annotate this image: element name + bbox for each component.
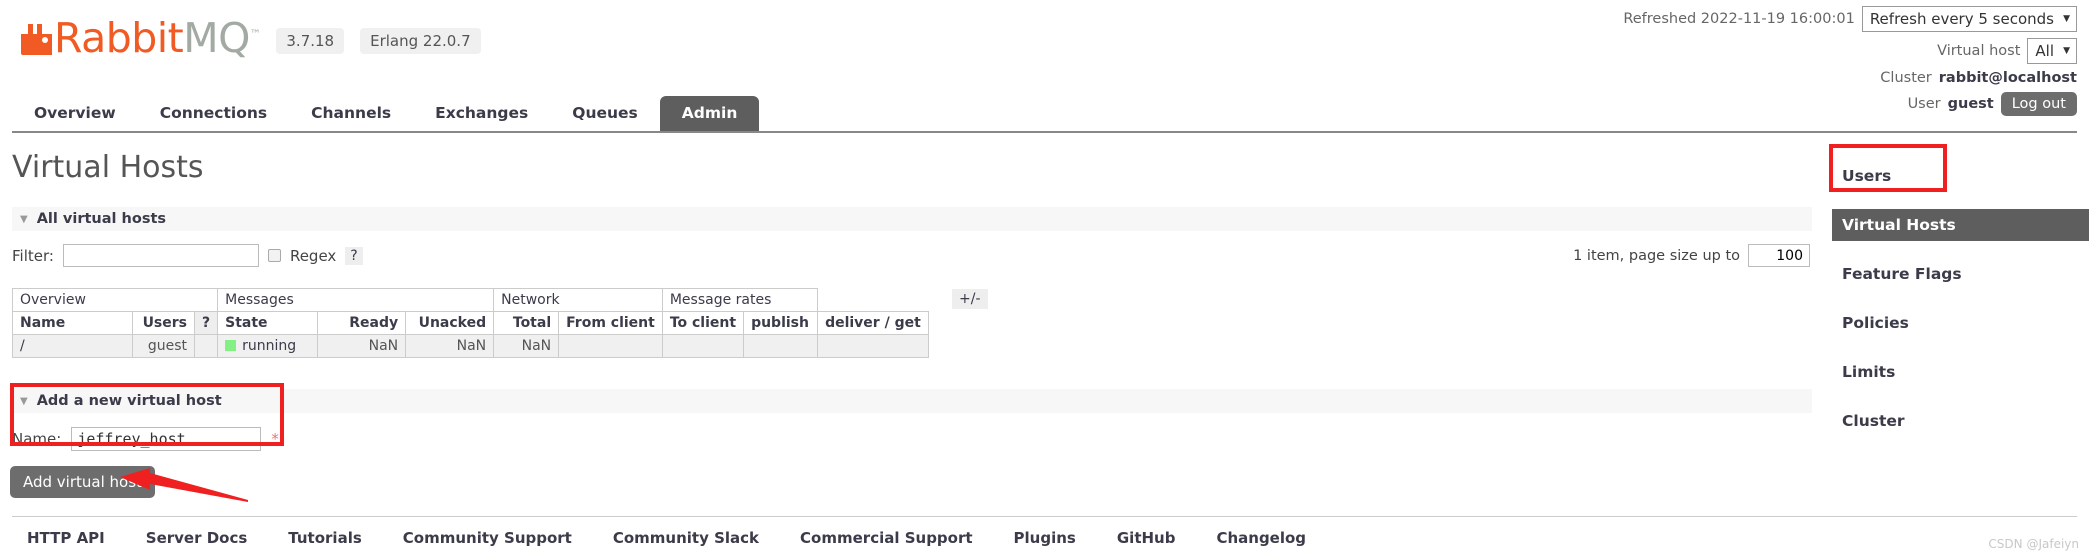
footer-link-community-slack[interactable]: Community Slack bbox=[613, 529, 759, 547]
refresh-interval-select[interactable]: Refresh every 5 seconds bbox=[1861, 6, 2077, 32]
footer-link-community-support[interactable]: Community Support bbox=[403, 529, 572, 547]
sidebar-item-policies[interactable]: Policies bbox=[1832, 307, 2089, 339]
rabbitmq-logo[interactable]: RabbitMQ™ bbox=[18, 18, 261, 59]
page-title: Virtual Hosts bbox=[12, 150, 204, 185]
table-row[interactable]: / guest running NaN NaN NaN bbox=[12, 334, 929, 358]
cell-total: NaN bbox=[493, 334, 560, 358]
tab-queues[interactable]: Queues bbox=[550, 96, 660, 131]
section-header-add-vhost-label: Add a new virtual host bbox=[36, 393, 222, 409]
cell-state: running bbox=[217, 334, 319, 358]
col-header-ready[interactable]: Ready bbox=[317, 311, 407, 335]
col-header-total[interactable]: Total bbox=[493, 311, 560, 335]
group-header-overview: Overview bbox=[11, 288, 219, 312]
tab-overview[interactable]: Overview bbox=[12, 96, 138, 131]
col-header-state[interactable]: State bbox=[217, 311, 319, 335]
page-size-row: 1 item, page size up to bbox=[1573, 244, 1810, 267]
logo-text-rabbit: Rabbit bbox=[54, 14, 184, 62]
cell-state-label: running bbox=[242, 338, 297, 354]
cluster-name: rabbit@localhost bbox=[1938, 70, 2077, 86]
add-virtual-host-button[interactable]: Add virtual host bbox=[10, 466, 155, 498]
filter-label: Filter: bbox=[12, 246, 54, 265]
col-header-publish[interactable]: publish bbox=[743, 311, 819, 335]
regex-help-icon[interactable]: ? bbox=[345, 246, 363, 265]
footer-link-plugins[interactable]: Plugins bbox=[1014, 529, 1076, 547]
footer-links: HTTP API Server Docs Tutorials Community… bbox=[12, 516, 2077, 547]
cell-deliver-get bbox=[817, 334, 929, 358]
admin-sidebar: Users Virtual Hosts Feature Flags Polici… bbox=[1832, 160, 2089, 454]
col-header-users-help-icon[interactable]: ? bbox=[193, 311, 219, 335]
footer-link-server-docs[interactable]: Server Docs bbox=[146, 529, 248, 547]
sidebar-item-cluster[interactable]: Cluster bbox=[1832, 405, 2089, 437]
trademark-mark: ™ bbox=[249, 27, 261, 41]
watermark: CSDN @Jafeiyn bbox=[1988, 537, 2079, 551]
group-header-network: Network bbox=[493, 288, 663, 312]
refreshed-timestamp: Refreshed 2022-11-19 16:00:01 bbox=[1623, 11, 1855, 27]
col-header-deliver-get[interactable]: deliver / get bbox=[817, 311, 929, 335]
cell-name[interactable]: / bbox=[12, 334, 133, 358]
sidebar-item-virtual-hosts[interactable]: Virtual Hosts bbox=[1832, 209, 2089, 241]
regex-checkbox[interactable] bbox=[267, 249, 281, 262]
footer-link-github[interactable]: GitHub bbox=[1117, 529, 1176, 547]
brand-header: RabbitMQ™ 3.7.18 Erlang 22.0.7 bbox=[18, 18, 481, 59]
table-column-header-row: Name Users ? State Ready Unacked Total F… bbox=[12, 311, 929, 335]
footer-link-changelog[interactable]: Changelog bbox=[1216, 529, 1306, 547]
table-group-header-row: Overview Messages Network Message rates bbox=[11, 288, 929, 312]
col-header-to-client[interactable]: To client bbox=[661, 311, 745, 335]
section-header-add-vhost[interactable]: ▼ Add a new virtual host bbox=[12, 389, 1812, 413]
col-header-from-client[interactable]: From client bbox=[558, 311, 663, 335]
main-nav-tabs: Overview Connections Channels Exchanges … bbox=[12, 96, 2077, 133]
footer-link-commercial-support[interactable]: Commercial Support bbox=[800, 529, 973, 547]
cell-users-spacer bbox=[193, 334, 219, 358]
vhost-filter-label: Virtual host bbox=[1937, 43, 2021, 59]
section-header-all-vhosts-label: All virtual hosts bbox=[36, 211, 167, 227]
cell-from-client bbox=[558, 334, 663, 358]
required-asterisk: * bbox=[271, 430, 279, 448]
cluster-label: Cluster bbox=[1880, 70, 1932, 86]
version-badge: 3.7.18 bbox=[276, 28, 345, 54]
collapse-triangle-icon: ▼ bbox=[20, 213, 28, 225]
cell-publish bbox=[743, 334, 819, 358]
section-header-all-vhosts[interactable]: ▼ All virtual hosts bbox=[12, 207, 1812, 231]
sidebar-item-users[interactable]: Users bbox=[1832, 160, 2089, 192]
tab-channels[interactable]: Channels bbox=[289, 96, 413, 131]
regex-label: Regex bbox=[289, 246, 337, 265]
collapse-triangle-icon: ▼ bbox=[20, 395, 28, 407]
cell-users: guest bbox=[132, 334, 195, 358]
rabbit-logo-icon bbox=[18, 22, 53, 56]
col-header-users[interactable]: Users bbox=[132, 311, 195, 335]
status-running-icon bbox=[225, 340, 237, 351]
sidebar-item-feature-flags[interactable]: Feature Flags bbox=[1832, 258, 2089, 290]
vhost-name-input[interactable] bbox=[71, 427, 262, 451]
rabbitmq-management-page: RabbitMQ™ 3.7.18 Erlang 22.0.7 Refreshed… bbox=[0, 0, 2089, 560]
group-header-messages: Messages bbox=[217, 288, 495, 312]
group-header-message-rates: Message rates bbox=[661, 288, 819, 312]
item-count-label: 1 item, page size up to bbox=[1573, 247, 1740, 264]
filter-input[interactable] bbox=[62, 244, 259, 267]
virtual-hosts-table: Overview Messages Network Message rates … bbox=[11, 288, 929, 358]
col-header-name[interactable]: Name bbox=[12, 311, 133, 335]
tab-exchanges[interactable]: Exchanges bbox=[413, 96, 550, 131]
cell-unacked: NaN bbox=[405, 334, 495, 358]
col-header-unacked[interactable]: Unacked bbox=[405, 311, 495, 335]
sidebar-item-limits[interactable]: Limits bbox=[1832, 356, 2089, 388]
cell-to-client bbox=[661, 334, 745, 358]
column-toggle-button[interactable]: +/- bbox=[952, 289, 988, 309]
cell-ready: NaN bbox=[317, 334, 407, 358]
tab-connections[interactable]: Connections bbox=[138, 96, 289, 131]
vhost-filter-select[interactable]: All bbox=[2027, 38, 2077, 64]
tab-admin[interactable]: Admin bbox=[659, 96, 760, 131]
virtual-hosts-table-wrap: Overview Messages Network Message rates … bbox=[11, 288, 929, 358]
footer-link-http-api[interactable]: HTTP API bbox=[27, 529, 105, 547]
page-size-input[interactable] bbox=[1748, 244, 1810, 267]
vhost-name-label: Name: bbox=[12, 430, 62, 448]
footer-link-tutorials[interactable]: Tutorials bbox=[288, 529, 361, 547]
filter-row: Filter: Regex ? bbox=[12, 244, 363, 267]
erlang-version-badge: Erlang 22.0.7 bbox=[360, 28, 481, 54]
add-vhost-form: Name: * bbox=[12, 427, 279, 451]
logo-text-mq: MQ bbox=[183, 14, 250, 62]
